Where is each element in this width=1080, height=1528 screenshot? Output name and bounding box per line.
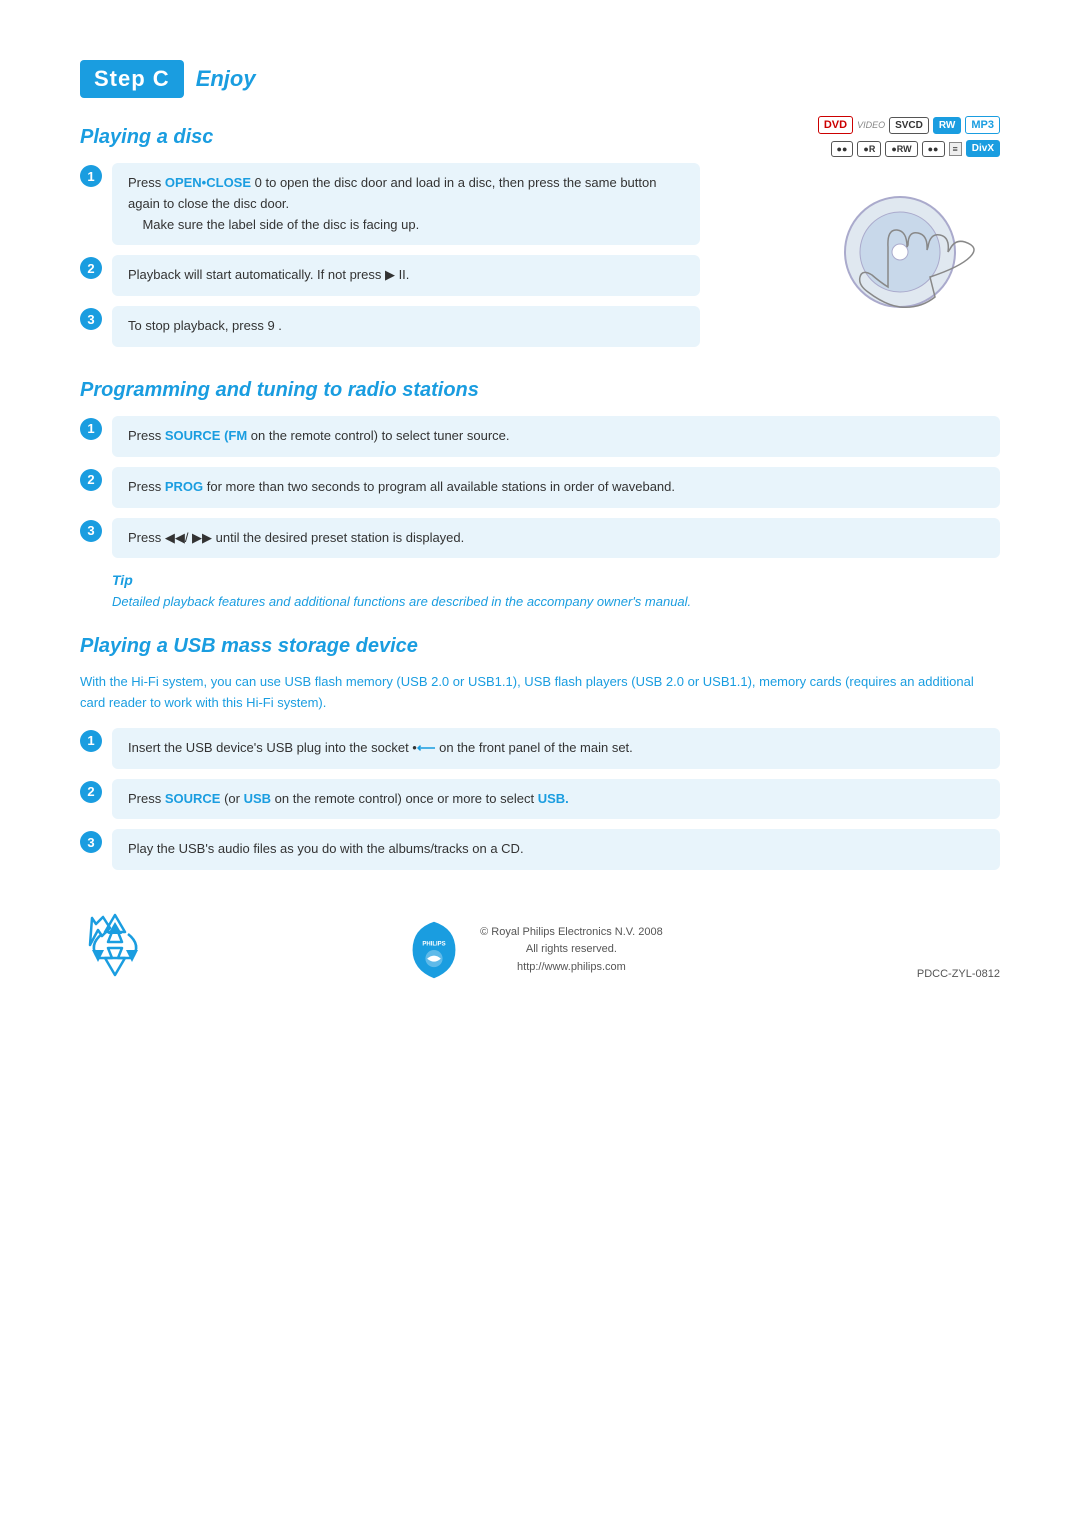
badge-disc1: ●● <box>831 141 854 157</box>
disc-step-2-number: 2 <box>80 257 102 279</box>
usb-step-3: 3 Play the USB's audio files as you do w… <box>80 829 1000 870</box>
tip-text: Detailed playback features and additiona… <box>112 592 1000 613</box>
programming-section: Programming and tuning to radio stations… <box>80 379 1000 613</box>
usb-step-2-h2: USB <box>244 791 271 806</box>
usb-step-1-number: 1 <box>80 730 102 752</box>
badge-video: VIDEO <box>857 120 885 130</box>
footer: PHILIPS © Royal Philips Electronics N.V.… <box>80 910 1000 980</box>
badge-extra: ≡ <box>949 142 962 156</box>
philips-shield-icon: PHILIPS <box>404 920 464 980</box>
usb-step-2-number: 2 <box>80 781 102 803</box>
usb-step-1-after: on the front panel of the main set. <box>435 740 632 755</box>
disc-step-1-note: Make sure the label side of the disc is … <box>142 217 419 232</box>
usb-step-3-content: Play the USB's audio files as you do wit… <box>112 829 1000 870</box>
footer-copyright: © Royal Philips Electronics N.V. 2008 <box>480 924 663 942</box>
radio-step-1: 1 Press SOURCE (FM on the remote control… <box>80 416 1000 457</box>
badge-disc3: ●RW <box>885 141 917 157</box>
radio-step-2-content: Press PROG for more than two seconds to … <box>112 467 1000 508</box>
radio-step-2-before: Press <box>128 479 165 494</box>
radio-step-2-number: 2 <box>80 469 102 491</box>
radio-step-1-before: Press <box>128 428 165 443</box>
badge-svcd: SVCD <box>889 117 929 134</box>
badge-divx: DivX <box>966 140 1000 157</box>
footer-rights: All rights reserved. <box>480 941 663 959</box>
footer-copyright-block: © Royal Philips Electronics N.V. 2008 Al… <box>480 924 663 977</box>
recycle-icon <box>80 910 150 980</box>
usb-step-2-mid: (or <box>220 791 243 806</box>
usb-step-2-before: Press <box>128 791 165 806</box>
playing-disc-title: Playing a disc <box>80 126 700 149</box>
disc-step-2: 2 Playback will start automatically. If … <box>80 255 700 296</box>
philips-logo-area: PHILIPS © Royal Philips Electronics N.V.… <box>404 920 663 980</box>
left-content: Playing a disc 1 Press OPEN•CLOSE 0 to o… <box>80 116 700 357</box>
badge-rw: RW <box>933 117 961 134</box>
badge-disc2: ●R <box>857 141 881 157</box>
usb-step-1: 1 Insert the USB device's USB plug into … <box>80 728 1000 769</box>
radio-step-3-number: 3 <box>80 520 102 542</box>
right-content: DVD VIDEO SVCD RW MP3 ●● ●R ●RW ●● ≡ Div… <box>700 116 1000 317</box>
usb-step-3-text: Play the USB's audio files as you do wit… <box>128 841 524 856</box>
badge-mp3: MP3 <box>965 116 1000 134</box>
radio-step-2: 2 Press PROG for more than two seconds t… <box>80 467 1000 508</box>
svg-text:PHILIPS: PHILIPS <box>422 942 445 948</box>
radio-step-3-content: Press ◀◀/ ▶▶ until the desired preset st… <box>112 518 1000 559</box>
usb-step-2: 2 Press SOURCE (or USB on the remote con… <box>80 779 1000 820</box>
radio-step-2-after: for more than two seconds to program all… <box>203 479 675 494</box>
disc-hand-illustration <box>800 187 1000 317</box>
badges-row-1: DVD VIDEO SVCD RW MP3 <box>818 116 1000 134</box>
top-row: Playing a disc 1 Press OPEN•CLOSE 0 to o… <box>80 116 1000 357</box>
disc-step-3: 3 To stop playback, press 9 . <box>80 306 700 347</box>
disc-step-3-text: To stop playback, press 9 . <box>128 318 282 333</box>
disc-step-1-content: Press OPEN•CLOSE 0 to open the disc door… <box>112 163 700 245</box>
badges-row-2: ●● ●R ●RW ●● ≡ DivX <box>831 140 1000 157</box>
tip-title: Tip <box>112 572 1000 588</box>
disc-step-3-number: 3 <box>80 308 102 330</box>
radio-step-1-after: on the remote control) to select tuner s… <box>247 428 509 443</box>
tip-box: Tip Detailed playback features and addit… <box>80 572 1000 613</box>
radio-step-1-content: Press SOURCE (FM on the remote control) … <box>112 416 1000 457</box>
radio-step-1-highlight: SOURCE (FM <box>165 428 247 443</box>
radio-step-2-highlight: PROG <box>165 479 203 494</box>
usb-step-2-h1: SOURCE <box>165 791 221 806</box>
disc-step-1: 1 Press OPEN•CLOSE 0 to open the disc do… <box>80 163 700 245</box>
usb-step-1-content: Insert the USB device's USB plug into th… <box>112 728 1000 769</box>
radio-step-3-text: Press ◀◀/ ▶▶ until the desired preset st… <box>128 530 464 545</box>
usb-step-2-after: on the remote control) once or more to s… <box>271 791 538 806</box>
disc-step-1-text-before: Press <box>128 175 165 190</box>
step-enjoy-label: Enjoy <box>196 66 256 92</box>
format-badges: DVD VIDEO SVCD RW MP3 ●● ●R ●RW ●● ≡ Div… <box>818 116 1000 157</box>
usb-section: Playing a USB mass storage device With t… <box>80 635 1000 870</box>
badge-disc4: ●● <box>922 141 945 157</box>
disc-step-2-content: Playback will start automatically. If no… <box>112 255 700 296</box>
footer-code: PDCC-ZYL-0812 <box>917 968 1000 980</box>
badge-dvd: DVD <box>818 116 853 134</box>
usb-title: Playing a USB mass storage device <box>80 635 1000 658</box>
usb-icon: ⟵ <box>417 740 436 755</box>
usb-step-1-before: Insert the USB device's USB plug into th… <box>128 740 417 755</box>
programming-title: Programming and tuning to radio stations <box>80 379 1000 402</box>
disc-step-2-text: Playback will start automatically. If no… <box>128 267 409 282</box>
radio-step-3: 3 Press ◀◀/ ▶▶ until the desired preset … <box>80 518 1000 559</box>
disc-step-1-highlight: OPEN•CLOSE <box>165 175 251 190</box>
radio-step-1-number: 1 <box>80 418 102 440</box>
disc-step-3-content: To stop playback, press 9 . <box>112 306 700 347</box>
usb-intro: With the Hi-Fi system, you can use USB f… <box>80 672 1000 714</box>
usb-step-2-content: Press SOURCE (or USB on the remote contr… <box>112 779 1000 820</box>
step-c-label: Step C <box>80 60 184 98</box>
footer-website: http://www.philips.com <box>480 959 663 977</box>
disc-step-1-number: 1 <box>80 165 102 187</box>
step-header: Step C Enjoy <box>80 60 1000 98</box>
usb-step-3-number: 3 <box>80 831 102 853</box>
usb-step-2-h3: USB. <box>538 791 569 806</box>
